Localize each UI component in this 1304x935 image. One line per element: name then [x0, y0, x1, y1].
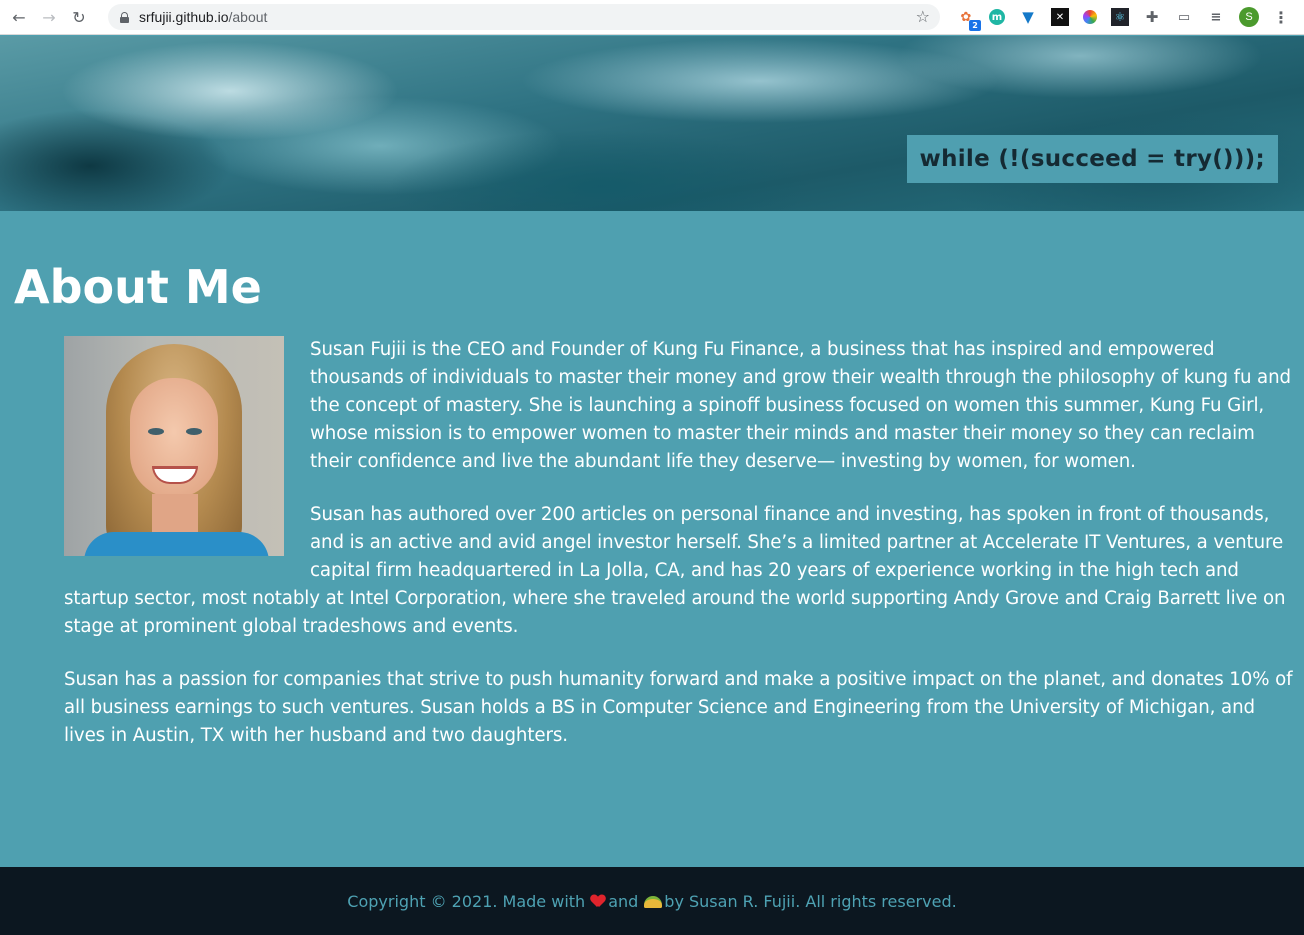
url-host: srfujii.github.io — [139, 9, 229, 25]
reload-button[interactable]: ↻ — [68, 6, 90, 28]
extensions-bar: ✿ 2 m ▼ ✕ ⚛ ✚ ▭ ≡ S ⋮ — [950, 5, 1289, 31]
header-motto: while (!(succeed = try())); — [906, 135, 1278, 183]
extension-vue-icon[interactable]: ▼ — [1019, 8, 1037, 26]
lock-icon[interactable] — [120, 11, 129, 23]
footer-text-before: Copyright © 2021. Made with — [347, 891, 586, 911]
extension-1-icon[interactable]: ✿ 2 — [957, 8, 981, 31]
heart-icon — [591, 895, 605, 908]
reload-icon: ↻ — [72, 7, 86, 27]
footer-copyright: Copyright © 2021. Made with and by Susan R… — [347, 892, 956, 911]
header-banner: while (!(succeed = try())); — [0, 36, 1304, 211]
bio-paragraph-3: Susan has a passion for companies that s… — [64, 669, 1293, 746]
browser-toolbar: ← → ↻ srfujii.github.io/about ☆ ✿ 2 m ▼ ✕… — [0, 0, 1304, 35]
extension-badge: 2 — [969, 20, 981, 31]
page-title: About Me — [14, 260, 262, 314]
bookmark-star-icon[interactable]: ☆ — [916, 7, 930, 26]
extension-x-icon[interactable]: ✕ — [1051, 8, 1069, 26]
cast-icon[interactable]: ▭ — [1175, 8, 1193, 26]
profile-photo — [64, 336, 284, 556]
extension-m-icon[interactable]: m — [989, 9, 1005, 25]
url-path: /about — [228, 9, 268, 25]
url-text[interactable]: srfujii.github.io/about — [139, 9, 267, 25]
footer-text-after: by Susan R. Fujii. All rights reserved. — [664, 891, 957, 911]
address-bar[interactable]: srfujii.github.io/about ☆ — [108, 4, 940, 30]
extension-react-icon[interactable]: ⚛ — [1111, 8, 1129, 26]
taco-icon — [644, 895, 663, 908]
about-content: Susan Fujii is the CEO and Founder of Ku… — [64, 336, 1294, 775]
menu-dots-icon[interactable]: ⋮ — [1273, 8, 1289, 27]
media-icon[interactable]: ≡ — [1207, 8, 1225, 26]
footer: Copyright © 2021. Made with and by Susan R… — [0, 867, 1304, 935]
extensions-puzzle-icon[interactable]: ✚ — [1143, 8, 1161, 26]
footer-text-middle: and — [608, 891, 639, 911]
profile-avatar[interactable]: S — [1239, 7, 1259, 27]
back-arrow-icon: ← — [12, 7, 26, 27]
back-button[interactable]: ← — [8, 6, 30, 28]
extension-color-icon[interactable] — [1083, 10, 1097, 24]
forward-button[interactable]: → — [38, 6, 60, 28]
forward-arrow-icon: → — [42, 7, 56, 27]
